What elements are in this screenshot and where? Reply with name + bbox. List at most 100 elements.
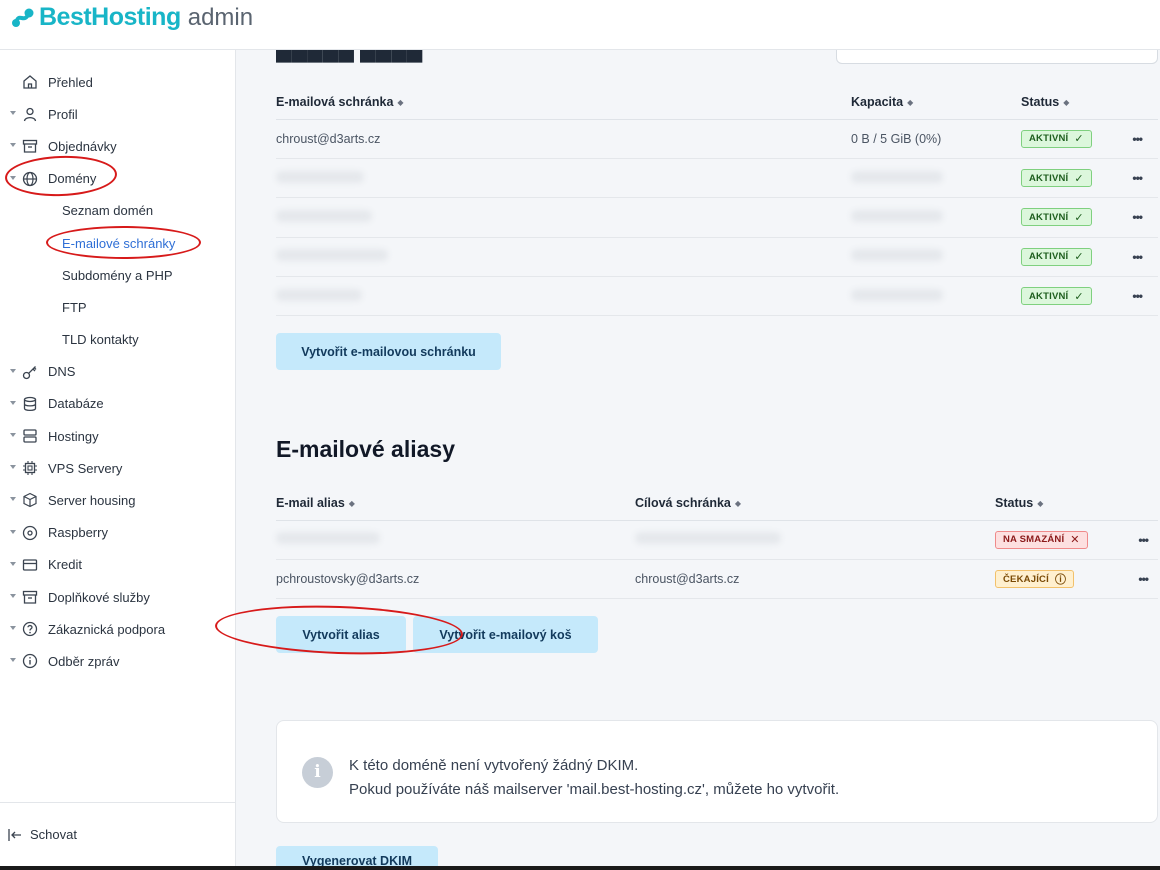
key-icon	[22, 365, 37, 379]
sidebar-item-doplnkove-sluzby[interactable]: Doplňkové služby	[0, 581, 236, 613]
sidebar-item-hostingy[interactable]: Hostingy	[0, 420, 236, 452]
top-bar: BestHosting admin	[0, 0, 1160, 50]
more-actions-icon[interactable]: •••	[1132, 210, 1143, 224]
mailbox-name[interactable]	[276, 276, 851, 317]
status-cell: AKTIVNÍ ✓	[977, 237, 1099, 278]
more-actions-icon[interactable]: •••	[1132, 132, 1143, 146]
brand-name: BestHosting	[39, 3, 181, 31]
chevron-down-icon	[10, 175, 16, 180]
sidebar-item-odber-zprav[interactable]: Odběr zpráv	[0, 645, 236, 677]
redacted-text	[851, 288, 943, 301]
actions-cell: •••	[1099, 197, 1158, 238]
status-badge: AKTIVNÍ ✓	[1021, 169, 1092, 188]
sidebar-item-kredit[interactable]: Kredit	[0, 549, 236, 581]
info-icon: i	[302, 757, 333, 788]
more-actions-icon[interactable]: •••	[1138, 533, 1149, 547]
mailbox-capacity	[851, 197, 977, 238]
column-header-label: E-mail alias	[276, 495, 345, 510]
mailbox-name[interactable]	[276, 158, 851, 199]
status-badge: ČEKAJÍCÍ ⓘ	[995, 570, 1075, 589]
sidebar-item-domeny[interactable]: Domény	[0, 163, 236, 195]
sidebar-item-raspberry[interactable]: Raspberry	[0, 517, 236, 549]
hide-sidebar-button[interactable]: Schovat	[8, 827, 77, 842]
chevron-down-icon	[10, 465, 16, 470]
alias-target	[635, 520, 995, 560]
column-header-alias[interactable]: E-mail alias ◆	[276, 486, 635, 521]
sidebar-item-vps-servery[interactable]: VPS Servery	[0, 452, 236, 484]
sidebar-item-objednavky[interactable]: Objednávky	[0, 130, 236, 162]
sidebar-item-prehled[interactable]: Přehled	[0, 66, 236, 98]
search-input[interactable]	[836, 50, 1158, 64]
status-badge-label: AKTIVNÍ	[1029, 133, 1069, 145]
sidebar-item-zakaznicka-podpora[interactable]: Zákaznická podpora	[0, 613, 236, 645]
table-row: pchroustovsky@d3arts.cz chroust@d3arts.c…	[276, 559, 1158, 600]
cpu-icon	[23, 461, 37, 476]
dkim-info-line-2: Pokud používáte náš mailserver 'mail.bes…	[349, 781, 840, 798]
chevron-down-icon	[10, 529, 16, 534]
create-mailbox-button[interactable]: Vytvořit e-mailovou schránku	[276, 333, 501, 370]
column-header-label: Status	[1021, 94, 1060, 109]
hide-sidebar-label: Schovat	[30, 827, 77, 842]
sidebar-item-profil[interactable]: Profil	[0, 98, 236, 130]
globe-icon	[22, 171, 38, 186]
brand-suffix: admin	[187, 3, 254, 31]
sidebar-item-label: Raspberry	[48, 525, 108, 541]
column-header-status[interactable]: Status ◆	[977, 85, 1099, 120]
sidebar: Přehled Profil Objednávky Domény Seznam …	[0, 50, 236, 870]
more-actions-icon[interactable]: •••	[1132, 171, 1143, 185]
sidebar-subitem-ftp[interactable]: FTP	[0, 291, 236, 323]
check-icon: ✓	[1074, 290, 1084, 303]
table-row: AKTIVNÍ ✓ •••	[276, 197, 1158, 238]
check-icon: ✓	[1074, 251, 1084, 264]
mailbox-name[interactable]: chroust@d3arts.cz	[276, 119, 851, 159]
brand-logo-icon	[12, 8, 34, 27]
sidebar-item-label: DNS	[48, 364, 76, 380]
sidebar-subitem-tld-kontakty[interactable]: TLD kontakty	[0, 324, 236, 356]
redacted-text	[276, 170, 364, 183]
more-actions-icon[interactable]: •••	[1132, 289, 1143, 303]
sidebar-item-label: Databáze	[48, 396, 104, 412]
mailbox-name[interactable]	[276, 197, 851, 238]
status-badge-label: AKTIVNÍ	[1029, 251, 1069, 263]
status-cell: ČEKAJÍCÍ ⓘ	[995, 559, 1115, 600]
column-header-label: Cílová schránka	[635, 495, 731, 510]
screen-bottom-edge	[0, 866, 1160, 870]
status-cell: AKTIVNÍ ✓	[977, 158, 1099, 199]
sidebar-item-dns[interactable]: DNS	[0, 356, 236, 388]
more-actions-icon[interactable]: •••	[1132, 250, 1143, 264]
home-icon	[23, 75, 37, 89]
mailbox-name[interactable]	[276, 237, 851, 278]
sidebar-item-server-housing[interactable]: Server housing	[0, 484, 236, 516]
table-row: AKTIVNÍ ✓ •••	[276, 158, 1158, 199]
sidebar-subitem-emailove-schranky[interactable]: E-mailové schránky	[0, 227, 236, 259]
check-icon: ✓	[1074, 211, 1084, 224]
alias-name[interactable]	[276, 520, 635, 560]
more-actions-icon[interactable]: •••	[1138, 572, 1149, 586]
sort-icon: ◆	[907, 97, 914, 107]
chevron-down-icon	[10, 594, 16, 598]
create-alias-button[interactable]: Vytvořit alias	[276, 616, 406, 653]
column-header-target[interactable]: Cílová schránka ◆	[635, 486, 995, 521]
sidebar-subitem-seznam-domen[interactable]: Seznam domén	[0, 195, 236, 227]
column-header-status[interactable]: Status ◆	[995, 486, 1115, 521]
credit-card-icon	[22, 559, 38, 571]
sidebar-item-label: Doplňkové služby	[48, 589, 150, 605]
alias-name[interactable]: pchroustovsky@d3arts.cz	[276, 559, 635, 600]
table-header-row: E-mailová schránka ◆ Kapacita ◆ Status ◆	[276, 85, 1158, 120]
alias-target: chroust@d3arts.cz	[635, 559, 995, 600]
redacted-text	[276, 209, 372, 222]
sidebar-item-databaze[interactable]: Databáze	[0, 388, 236, 420]
check-icon: ✓	[1074, 133, 1084, 146]
actions-cell: •••	[1115, 520, 1158, 560]
column-header-mailbox[interactable]: E-mailová schránka ◆	[276, 85, 851, 120]
column-header-label: Status	[995, 495, 1034, 510]
collapse-left-icon	[8, 828, 21, 841]
redacted-text	[276, 249, 388, 262]
redacted-text	[276, 288, 362, 301]
column-header-capacity[interactable]: Kapacita ◆	[851, 85, 977, 120]
sidebar-subitem-subdomeny[interactable]: Subdomény a PHP	[0, 259, 236, 291]
logo[interactable]: BestHosting admin	[10, 3, 253, 32]
server-icon	[23, 429, 37, 443]
chevron-down-icon	[10, 143, 16, 148]
create-mail-bin-button[interactable]: Vytvořit e-mailový koš	[413, 616, 598, 653]
